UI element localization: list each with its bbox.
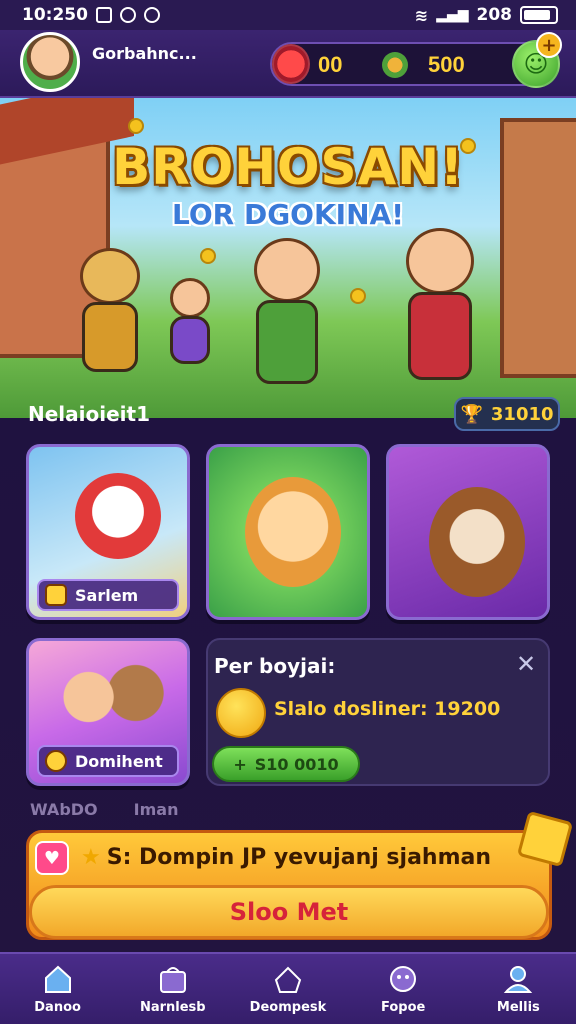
card-1-label-text: Sarlem (75, 585, 139, 605)
section-title: Nelaioieit1 (28, 402, 151, 426)
star-icon: ★ (81, 845, 101, 870)
sync-icon (119, 7, 136, 23)
currency-bar[interactable]: 00 500 (270, 42, 548, 86)
game-card-1[interactable]: Sarlem (26, 444, 190, 620)
promo-banner[interactable]: ♥ ★ S: Dompin JP yevujanj sjahman Sloo M… (26, 830, 552, 940)
profile-icon (504, 965, 533, 993)
top-header: Gorbahnc... 00 500 ☺ + (0, 30, 576, 98)
avatar[interactable] (20, 32, 80, 92)
promo-text-value: S: Dompin JP yevujanj sjahman (106, 845, 492, 870)
arrow-icon: + (233, 754, 247, 774)
nav-item-shop[interactable]: Narnlesb (123, 964, 223, 1015)
coin-decor (200, 248, 216, 264)
nav-item-games[interactable]: Fopoe (353, 964, 453, 1015)
bottom-nav: Danoo Narnlesb Deompesk Fopoe Mellis (0, 952, 576, 1024)
character-gold-warrior (60, 248, 160, 378)
wifi-icon: ≋ (414, 5, 429, 25)
promo-text: ★ S: Dompin JP yevujanj sjahman (81, 845, 491, 870)
banner-title: BROHOSAN! (112, 138, 464, 196)
info-line: Slalo dosliner: 19200 (274, 698, 501, 720)
card-4-label: Domihent (37, 745, 179, 777)
trophy-icon: 🏆 (460, 403, 483, 425)
heart-icon: ♥ (35, 841, 69, 875)
house-icon (274, 966, 302, 993)
nav-item-base[interactable]: Deompesk (238, 964, 338, 1015)
nav-label: Fopoe (380, 999, 426, 1015)
card-icon (45, 750, 67, 772)
promo-button[interactable]: Sloo Met (29, 885, 549, 939)
nav-label: Deompesk (249, 999, 327, 1015)
currency-b-value: 500 (428, 52, 465, 77)
info-panel: Per boyjai: ✕ Slalo dosliner: 19200 + S1… (206, 638, 550, 786)
nav-item-home[interactable]: Danoo (8, 964, 108, 1015)
character-hero-green (232, 238, 342, 388)
banner-subtitle: LOR DGOKINA! (172, 198, 404, 231)
count-badge[interactable]: 🏆 31010 (454, 397, 560, 431)
nav-label: Mellis (496, 999, 540, 1015)
clover-icon (382, 52, 408, 78)
nav-item-profile[interactable]: Mellis (468, 964, 568, 1015)
character-small-purple (160, 278, 220, 368)
red-dog-creature (75, 473, 161, 559)
info-action-button[interactable]: + S10 0010 (212, 746, 360, 782)
settings-icon (143, 7, 160, 23)
bear-creature (429, 487, 525, 597)
nav-label: Narnlesb (139, 999, 206, 1015)
sub-row: WAbDO Iman (30, 800, 178, 819)
coin-decor (350, 288, 366, 304)
coin-decor (128, 118, 144, 134)
info-title: Per boyjai: (214, 654, 336, 678)
player-name: Gorbahnc... (92, 44, 197, 63)
status-right-text: 208 (476, 5, 513, 25)
smiley-icon (216, 688, 266, 738)
card-1-label: Sarlem (37, 579, 179, 611)
nav-label: Danoo (34, 999, 81, 1015)
gem-icon (272, 44, 310, 84)
status-time: 10:250 (22, 5, 88, 25)
sub-row-item[interactable]: WAbDO (30, 800, 98, 819)
game-icon (390, 965, 417, 992)
game-card-2[interactable] (206, 444, 370, 620)
shop-icon (159, 966, 186, 993)
info-action-label: S10 0010 (254, 754, 339, 774)
home-icon (44, 965, 71, 993)
close-icon[interactable]: ✕ (512, 650, 540, 678)
hero-banner[interactable]: BROHOSAN! LOR DGOKINA! (0, 98, 576, 418)
game-card-4[interactable]: Domihent (26, 638, 190, 786)
character-guitar-blue (380, 228, 500, 388)
sub-row-item[interactable]: Iman (134, 800, 179, 819)
card-icon (45, 584, 67, 606)
count-value: 31010 (490, 403, 554, 425)
status-right: ≋ ▂▄▆ 208 (415, 5, 558, 25)
currency-a-value: 00 (318, 52, 343, 77)
game-card-3[interactable] (386, 444, 550, 620)
status-left: 10:250 (22, 5, 160, 25)
notification-icon (95, 7, 112, 23)
status-bar: 10:250 ≋ ▂▄▆ 208 (0, 0, 576, 30)
fox-creature (245, 477, 341, 587)
battery-icon (520, 6, 558, 24)
plus-badge[interactable]: + (536, 32, 562, 58)
signal-icon: ▂▄▆ (436, 7, 469, 23)
duo-creatures (55, 657, 167, 737)
card-4-label-text: Domihent (75, 751, 163, 771)
